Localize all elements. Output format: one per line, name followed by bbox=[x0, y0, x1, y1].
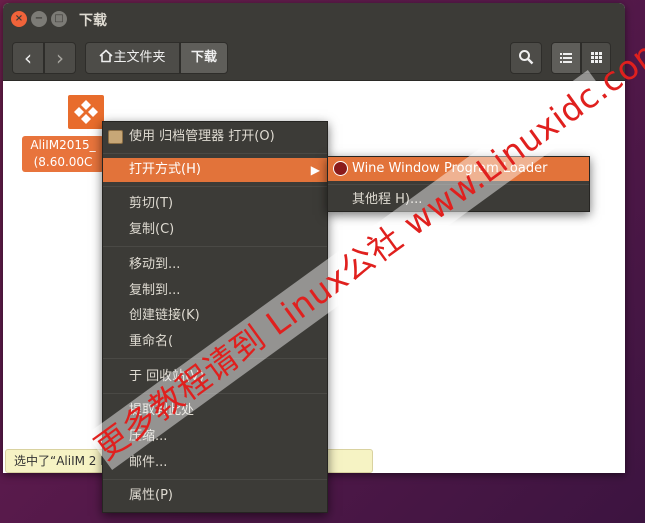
menu-item-label: 复制到... bbox=[129, 283, 181, 298]
search-icon bbox=[519, 50, 534, 65]
grid-view-icon bbox=[590, 52, 602, 63]
wine-icon bbox=[333, 161, 348, 176]
archive-manager-icon bbox=[108, 130, 123, 144]
context-menu: 使用 归档管理器 打开(O) 打开方式(H) ▶ 剪切(T) 复制(C) 移动到… bbox=[102, 121, 328, 513]
menu-item-move-to[interactable]: 移动到... bbox=[103, 253, 327, 277]
menu-item-email[interactable]: 邮件... bbox=[103, 451, 327, 475]
menu-item-label: 邮件... bbox=[129, 455, 168, 470]
maximize-button[interactable]: □ bbox=[51, 11, 67, 27]
back-button[interactable]: ‹ bbox=[12, 42, 44, 74]
menu-separator bbox=[103, 153, 327, 154]
menu-item-cut[interactable]: 剪切(T) bbox=[103, 192, 327, 216]
menu-item-label: 属性(P) bbox=[129, 488, 173, 503]
minimize-button[interactable]: − bbox=[31, 11, 47, 27]
close-button[interactable]: × bbox=[11, 11, 27, 27]
breadcrumb-current-label: 下载 bbox=[190, 50, 217, 65]
menu-item-label: 于 回收站(V) bbox=[129, 369, 205, 384]
menu-item-make-link[interactable]: 创建链接(K) bbox=[103, 304, 327, 328]
breadcrumb-home-label: 主文件夹 bbox=[113, 50, 166, 65]
submenu-item-other-application[interactable]: 其他程 H)... bbox=[328, 188, 589, 212]
home-icon bbox=[99, 49, 114, 63]
submenu-item-label: Wine Window Program Loader bbox=[352, 161, 548, 176]
menu-item-extract-here[interactable]: 提取到此处 bbox=[103, 399, 327, 423]
menu-item-properties[interactable]: 属性(P) bbox=[103, 484, 327, 508]
menu-separator bbox=[103, 358, 327, 359]
open-with-submenu: Wine Window Program Loader 其他程 H)... bbox=[327, 156, 590, 212]
file-name-line1: AliIM2015_ bbox=[30, 138, 96, 152]
menu-item-compress[interactable]: 压缩... bbox=[103, 425, 327, 449]
list-view-button[interactable] bbox=[551, 42, 581, 74]
menu-item-label: 压缩... bbox=[129, 429, 168, 444]
menu-item-label: 打开方式(H) bbox=[129, 162, 201, 177]
toolbar: ‹ › 主文件夹 下载 bbox=[3, 35, 625, 81]
menu-item-label: 创建链接(K) bbox=[129, 308, 200, 323]
submenu-item-wine-loader[interactable]: Wine Window Program Loader bbox=[328, 157, 589, 181]
breadcrumb-downloads[interactable]: 下载 bbox=[180, 42, 228, 74]
menu-item-copy[interactable]: 复制(C) bbox=[103, 218, 327, 242]
menu-separator bbox=[103, 186, 327, 187]
menu-item-label: 剪切(T) bbox=[129, 196, 174, 211]
grid-view-button[interactable] bbox=[581, 42, 611, 74]
menu-separator bbox=[103, 393, 327, 394]
title-bar: × − □ 下载 bbox=[3, 3, 625, 35]
menu-item-label: 使用 归档管理器 打开(O) bbox=[129, 129, 275, 144]
menu-item-move-to-trash[interactable]: 于 回收站(V) bbox=[103, 365, 327, 389]
package-icon[interactable] bbox=[68, 95, 104, 129]
menu-item-open-with[interactable]: 打开方式(H) ▶ bbox=[103, 158, 327, 182]
menu-item-open-archive-manager[interactable]: 使用 归档管理器 打开(O) bbox=[103, 125, 327, 149]
menu-item-label: 提取到此处 bbox=[129, 403, 195, 418]
submenu-arrow-icon: ▶ bbox=[310, 163, 320, 177]
file-name-line2: (8.60.00C bbox=[33, 155, 93, 169]
file-name-label[interactable]: AliIM2015_ (8.60.00C bbox=[22, 136, 104, 172]
menu-separator bbox=[328, 184, 589, 185]
menu-separator bbox=[103, 246, 327, 247]
menu-separator bbox=[103, 479, 327, 480]
menu-item-label: 重命名( bbox=[129, 334, 174, 349]
forward-button[interactable]: › bbox=[44, 42, 76, 74]
menu-item-label: 复制(C) bbox=[129, 222, 175, 237]
back-arrow-icon: ‹ bbox=[24, 46, 32, 70]
menu-item-rename[interactable]: 重命名( bbox=[103, 330, 327, 354]
breadcrumb-home[interactable]: 主文件夹 bbox=[85, 42, 180, 74]
forward-arrow-icon: › bbox=[56, 46, 64, 70]
submenu-item-label: 其他程 H)... bbox=[352, 192, 423, 207]
menu-item-label: 移动到... bbox=[129, 257, 181, 272]
window-title: 下载 bbox=[79, 13, 107, 29]
search-button[interactable] bbox=[510, 42, 542, 74]
menu-item-copy-to[interactable]: 复制到... bbox=[103, 279, 327, 303]
list-view-icon bbox=[560, 53, 572, 63]
